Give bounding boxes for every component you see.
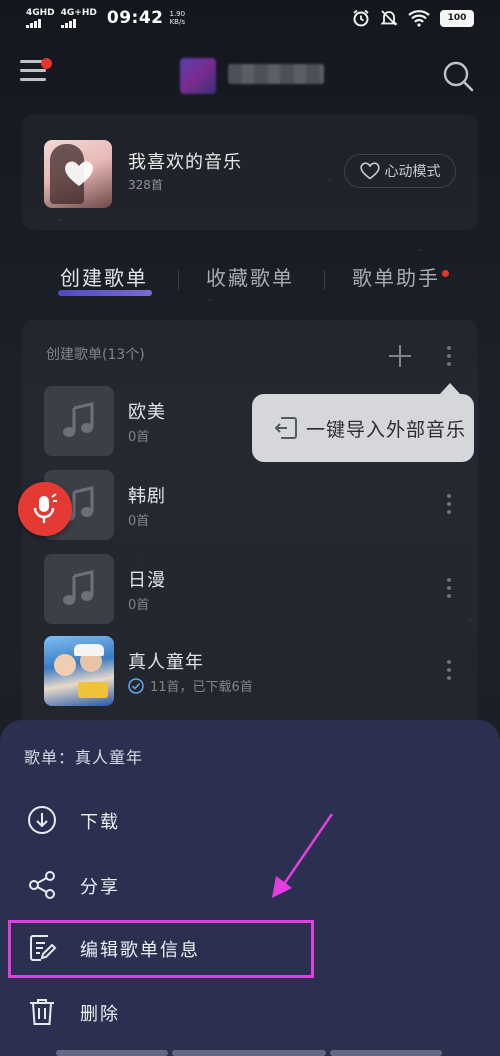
status-bar: 4GHD 4G+HD 09:42 1.90 KB/s 100 bbox=[0, 0, 500, 40]
add-playlist-button[interactable] bbox=[388, 344, 412, 368]
sheet-title: 歌单：真人童年 bbox=[24, 748, 144, 767]
download-action[interactable]: 下载 bbox=[0, 790, 500, 850]
trash-icon bbox=[30, 999, 54, 1025]
wifi-icon bbox=[408, 10, 430, 27]
downloaded-check-icon bbox=[128, 677, 144, 694]
playlist-cover bbox=[44, 554, 114, 624]
playlist-more-button[interactable] bbox=[444, 494, 454, 518]
playlist-count: 0首 bbox=[128, 598, 150, 613]
network-speed: 1.90 KB/s bbox=[169, 10, 186, 26]
annotation-arrow bbox=[272, 813, 334, 898]
heart-outline-icon bbox=[359, 162, 380, 180]
playlist-row[interactable]: 真人童年 11首，已下载6首 bbox=[44, 636, 464, 706]
clock: 09:42 bbox=[106, 8, 164, 28]
music-note-icon bbox=[63, 402, 94, 437]
playlists-header: 创建歌单(13个) bbox=[46, 347, 145, 363]
network-2-indicator: 4G+HD bbox=[60, 8, 97, 28]
sheet-bottom-bar bbox=[172, 1050, 326, 1056]
favorites-card[interactable]: 我喜欢的音乐 328首 心动模式 bbox=[22, 114, 478, 230]
playlist-title: 欧美 bbox=[128, 402, 166, 423]
active-tab-indicator bbox=[58, 290, 152, 296]
avatar[interactable] bbox=[180, 58, 216, 94]
playlist-cover-image bbox=[44, 636, 114, 706]
favorites-count: 328首 bbox=[128, 178, 163, 192]
heart-icon bbox=[65, 161, 93, 186]
search-button[interactable] bbox=[440, 58, 476, 94]
download-icon bbox=[28, 806, 56, 834]
share-icon bbox=[29, 871, 55, 899]
playlist-row[interactable]: 日漫 0首 bbox=[44, 554, 464, 624]
delete-label: 删除 bbox=[80, 1004, 120, 1025]
favorites-cover bbox=[44, 140, 112, 208]
search-icon bbox=[443, 61, 474, 92]
username-blurred[interactable] bbox=[228, 64, 324, 84]
playlists-more-button[interactable] bbox=[444, 346, 454, 370]
microphone-icon bbox=[33, 493, 57, 523]
playlist-title: 韩剧 bbox=[128, 486, 166, 507]
network-1-indicator: 4GHD bbox=[26, 8, 55, 28]
notification-dot bbox=[41, 58, 52, 69]
delete-action[interactable]: 删除 bbox=[0, 982, 500, 1042]
playlist-more-button[interactable] bbox=[444, 660, 454, 684]
import-music-tooltip[interactable]: 一键导入外部音乐 bbox=[252, 394, 474, 462]
sheet-bottom-bar bbox=[56, 1050, 168, 1056]
mute-bell-icon bbox=[380, 10, 398, 26]
music-note-icon bbox=[63, 570, 94, 605]
tab-notification-dot bbox=[442, 270, 449, 277]
playlist-count: 0首 bbox=[128, 514, 150, 529]
tab-assistant[interactable]: 歌单助手 bbox=[352, 262, 440, 291]
share-action[interactable]: 分享 bbox=[0, 855, 500, 915]
import-music-label: 一键导入外部音乐 bbox=[306, 418, 467, 441]
share-label: 分享 bbox=[80, 877, 120, 898]
alarm-icon bbox=[353, 9, 369, 27]
tab-created[interactable]: 创建歌单 bbox=[60, 262, 148, 291]
playlist-title: 日漫 bbox=[128, 570, 166, 591]
playlist-more-button[interactable] bbox=[444, 578, 454, 602]
sheet-bottom-bar bbox=[330, 1050, 442, 1056]
voice-search-button[interactable] bbox=[18, 482, 72, 536]
playlist-count: 0首 bbox=[128, 430, 150, 445]
heart-mode-label: 心动模式 bbox=[384, 164, 441, 180]
playlist-row[interactable]: 韩剧 0首 bbox=[44, 470, 464, 540]
menu-button[interactable] bbox=[20, 58, 52, 88]
import-icon bbox=[274, 417, 297, 439]
playlist-cover bbox=[44, 386, 114, 456]
playlist-tabs: 创建歌单 收藏歌单 歌单助手 bbox=[0, 262, 500, 302]
tab-collected[interactable]: 收藏歌单 bbox=[206, 262, 294, 291]
favorites-title: 我喜欢的音乐 bbox=[128, 152, 242, 173]
highlight-box bbox=[8, 920, 314, 978]
playlist-title: 真人童年 bbox=[128, 652, 204, 673]
download-label: 下载 bbox=[80, 812, 120, 833]
playlist-count: 11首，已下载6首 bbox=[128, 676, 253, 695]
heart-mode-button[interactable]: 心动模式 bbox=[344, 154, 456, 188]
battery-indicator: 100 bbox=[440, 9, 474, 27]
